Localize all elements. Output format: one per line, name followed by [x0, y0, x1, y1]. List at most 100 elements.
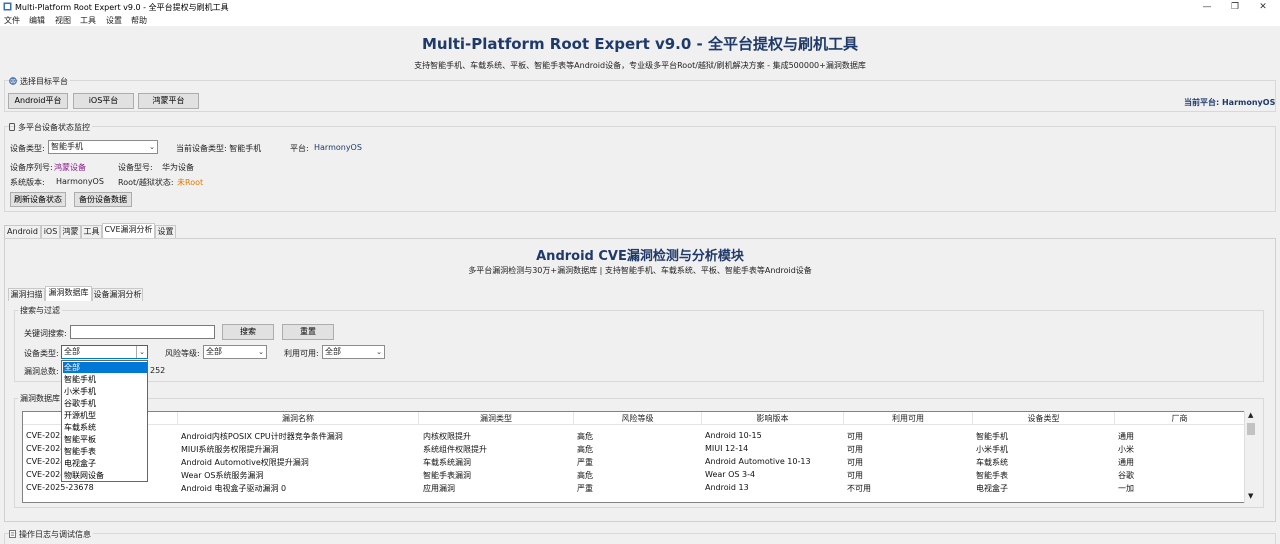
- dropdown-option-opensource[interactable]: 开源机型: [63, 410, 147, 421]
- dropdown-option-watch[interactable]: 智能手表: [63, 446, 147, 457]
- table-row-1-version[interactable]: MIUI 12-14: [705, 444, 748, 453]
- exploit-available-combo[interactable]: 全部 ⌄: [322, 345, 385, 359]
- reset-button[interactable]: 重置: [282, 324, 334, 340]
- harmony-platform-button[interactable]: 鸿蒙平台: [138, 93, 199, 109]
- table-row-2-vendor[interactable]: 通用: [1118, 457, 1134, 468]
- tab-vuln-database[interactable]: 漏洞数据库: [45, 286, 92, 301]
- table-row-3-vendor[interactable]: 谷歌: [1118, 470, 1134, 481]
- table-row-1-risk[interactable]: 高危: [577, 444, 593, 455]
- table-row-0-risk[interactable]: 高危: [577, 431, 593, 442]
- menu-file[interactable]: 文件: [4, 15, 20, 26]
- table-row-0-cve[interactable]: CVE-2025: [26, 431, 65, 440]
- tab-android[interactable]: Android: [4, 225, 41, 238]
- android-platform-button[interactable]: Android平台: [8, 93, 68, 109]
- log-panel-frame: [4, 533, 1276, 544]
- table-row-4-exploit[interactable]: 不可用: [847, 483, 871, 494]
- restore-icon[interactable]: ❐: [1229, 1, 1241, 13]
- table-row-4-risk[interactable]: 严重: [577, 483, 593, 494]
- tab-settings[interactable]: 设置: [155, 225, 176, 238]
- table-row-1-type[interactable]: 系统组件权限提升: [423, 444, 487, 455]
- dropdown-option-iot[interactable]: 物联网设备: [63, 470, 147, 481]
- minimize-icon[interactable]: —: [1201, 1, 1213, 13]
- table-row-3-version[interactable]: Wear OS 3-4: [705, 470, 755, 479]
- table-row-3-type[interactable]: 智能手表漏洞: [423, 470, 471, 481]
- tab-cve-analysis[interactable]: CVE漏洞分析: [102, 223, 155, 238]
- column-header-affected-versions[interactable]: 影响版本: [702, 412, 844, 425]
- tab-vuln-scan[interactable]: 漏洞扫描: [8, 288, 45, 301]
- dropdown-option-xiaomi[interactable]: 小米手机: [63, 386, 147, 397]
- dropdown-option-all[interactable]: 全部: [63, 362, 147, 373]
- table-scrollbar[interactable]: ▲ ▼: [1244, 411, 1256, 503]
- filter-device-type-combo[interactable]: 全部 ⌄: [61, 345, 148, 359]
- table-row-2-name[interactable]: Android Automotive权限提升漏洞: [181, 457, 309, 468]
- table-row-1-name[interactable]: MIUI系统服务权限提升漏洞: [181, 444, 278, 455]
- table-row-1-cve[interactable]: CVE-2024: [26, 444, 65, 453]
- table-row-4-type[interactable]: 应用漏洞: [423, 483, 455, 494]
- close-icon[interactable]: ✕: [1257, 1, 1269, 13]
- column-header-vuln-name[interactable]: 漏洞名称: [178, 412, 419, 425]
- table-row-4-version[interactable]: Android 13: [705, 483, 749, 492]
- table-row-0-device[interactable]: 智能手机: [976, 431, 1008, 442]
- table-row-4-cve[interactable]: CVE-2025-23678: [26, 483, 94, 492]
- column-header-risk-level[interactable]: 风险等级: [574, 412, 702, 425]
- table-row-0-name[interactable]: Android内核POSIX CPU计时器竞争条件漏洞: [181, 431, 343, 442]
- table-row-3-exploit[interactable]: 可用: [847, 470, 863, 481]
- device-type-dropdown-list[interactable]: 全部 智能手机 小米手机 谷歌手机 开源机型 车载系统 智能平板 智能手表 电视…: [61, 360, 148, 482]
- table-row-0-version[interactable]: Android 10-15: [705, 431, 762, 440]
- table-row-4-vendor[interactable]: 一加: [1118, 483, 1134, 494]
- tab-ios[interactable]: iOS: [41, 225, 60, 238]
- table-row-0-vendor[interactable]: 通用: [1118, 431, 1134, 442]
- menu-view[interactable]: 视图: [55, 15, 71, 26]
- ios-platform-button[interactable]: iOS平台: [73, 93, 134, 109]
- dropdown-option-google[interactable]: 谷歌手机: [63, 398, 147, 409]
- column-header-exploit-available[interactable]: 利用可用: [844, 412, 973, 425]
- column-header-device-type[interactable]: 设备类型: [973, 412, 1115, 425]
- menu-help[interactable]: 帮助: [131, 15, 147, 26]
- model-value: 华为设备: [162, 163, 194, 172]
- risk-level-combo[interactable]: 全部 ⌄: [203, 345, 267, 359]
- dropdown-option-tablet[interactable]: 智能平板: [63, 434, 147, 445]
- dropdown-option-automotive[interactable]: 车载系统: [63, 422, 147, 433]
- column-header-vendor[interactable]: 厂商: [1115, 412, 1245, 425]
- table-row-1-device[interactable]: 小米手机: [976, 444, 1008, 455]
- menu-tools[interactable]: 工具: [80, 15, 96, 26]
- device-status-frame: [4, 126, 1276, 212]
- table-row-1-exploit[interactable]: 可用: [847, 444, 863, 455]
- menu-edit[interactable]: 编辑: [29, 15, 45, 26]
- table-row-3-risk[interactable]: 高危: [577, 470, 593, 481]
- device-type-combo[interactable]: 智能手机 ⌄: [48, 140, 158, 154]
- scroll-thumb[interactable]: [1247, 423, 1255, 435]
- table-row-2-device[interactable]: 车载系统: [976, 457, 1008, 468]
- table-row-2-version[interactable]: Android Automotive 10-13: [705, 457, 811, 466]
- dropdown-option-tvbox[interactable]: 电视盒子: [63, 458, 147, 469]
- tab-tools[interactable]: 工具: [81, 225, 102, 238]
- tab-device-vuln-analysis[interactable]: 设备漏洞分析: [92, 288, 143, 301]
- table-row-4-device[interactable]: 电视盒子: [976, 483, 1008, 494]
- scroll-down-icon[interactable]: ▼: [1248, 492, 1253, 500]
- device-type-combo-value: 智能手机: [51, 142, 83, 151]
- table-row-2-exploit[interactable]: 可用: [847, 457, 863, 468]
- dropdown-option-smartphone[interactable]: 智能手机: [63, 374, 147, 385]
- column-header-vuln-type[interactable]: 漏洞类型: [419, 412, 574, 425]
- table-row-1-vendor[interactable]: 小米: [1118, 444, 1134, 455]
- table-row-2-type[interactable]: 车载系统漏洞: [423, 457, 471, 468]
- table-row-3-name[interactable]: Wear OS系统服务漏洞: [181, 470, 263, 481]
- table-row-0-exploit[interactable]: 可用: [847, 431, 863, 442]
- filter-device-type-label: 设备类型:: [24, 349, 59, 358]
- refresh-status-button[interactable]: 刷新设备状态: [10, 192, 66, 207]
- scroll-up-icon[interactable]: ▲: [1248, 411, 1253, 419]
- menu-settings[interactable]: 设置: [106, 15, 122, 26]
- chevron-down-icon: ⌄: [149, 143, 155, 151]
- keyword-search-input[interactable]: [70, 325, 215, 339]
- table-row-0-type[interactable]: 内核权限提升: [423, 431, 471, 442]
- table-row-2-cve[interactable]: CVE-2024: [26, 457, 65, 466]
- table-row-3-device[interactable]: 智能手表: [976, 470, 1008, 481]
- table-row-4-name[interactable]: Android 电视盒子驱动漏洞 0: [181, 483, 286, 494]
- tab-harmony[interactable]: 鸿蒙: [60, 225, 81, 238]
- backup-data-button[interactable]: 备份设备数据: [74, 192, 132, 207]
- app-title: Multi-Platform Root Expert v9.0 - 全平台提权与…: [422, 35, 858, 53]
- table-row-2-risk[interactable]: 严重: [577, 457, 593, 468]
- vuln-table[interactable]: CVE编号 漏洞名称 漏洞类型 风险等级 影响版本 利用可用 设备类型 厂商 C…: [22, 411, 1256, 503]
- table-row-3-cve[interactable]: CVE-2024: [26, 470, 65, 479]
- search-button[interactable]: 搜索: [222, 324, 274, 340]
